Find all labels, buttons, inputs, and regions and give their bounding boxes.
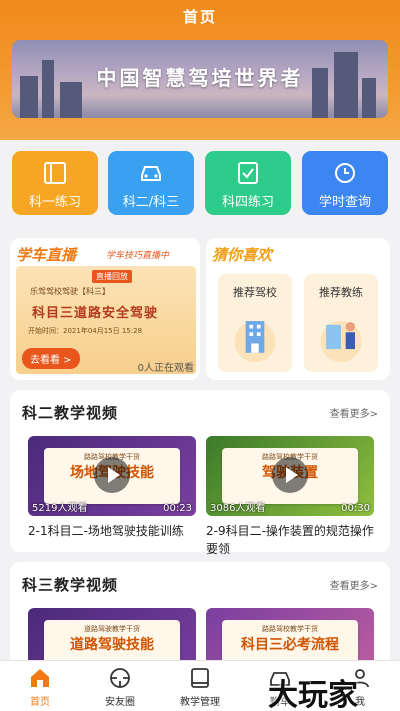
guess-title: 猜你喜欢 (212, 246, 273, 264)
recommend-school-label: 推荐驾校 (233, 286, 277, 299)
checklist-icon (238, 162, 258, 184)
video-title: 2-9科目二-操作装置的规范操作要领 (206, 524, 374, 556)
section-title: 科二教学视频 (22, 404, 119, 422)
video-item[interactable]: 路路驾校教学干货 场地驾驶技能 5219人观看 00:23 2-1科目二-场地驾… (28, 436, 196, 540)
video-title: 2-1科目二-场地驾驶技能训练 (28, 524, 184, 538)
tab-teaching[interactable]: 教学管理 (160, 661, 240, 711)
view-more-link[interactable]: 查看更多> (330, 577, 378, 592)
quick-action-subject-four[interactable]: 科四练习 (205, 151, 291, 215)
header-background: 首页 中国智慧驾培世界者 (0, 0, 400, 140)
quick-action-subject-one[interactable]: 科一练习 (12, 151, 98, 215)
tab-label: 安友圈 (105, 697, 135, 708)
quick-actions: 科一练习 科二/科三 科四练习 学时查询 (0, 140, 400, 230)
section-subject-two: 科二教学视频 查看更多> 路路驾校教学干货 场地驾驶技能 5219人观看 00:… (10, 390, 390, 556)
quick-action-label: 科二/科三 (122, 195, 180, 210)
tab-label: 教学管理 (180, 697, 220, 708)
live-badge: 直播回放 (92, 270, 132, 283)
home-icon (31, 669, 49, 687)
play-icon[interactable] (94, 457, 130, 493)
quick-action-hours-query[interactable]: 学时查询 (302, 151, 388, 215)
watching-count: 0人正在观看 (137, 363, 194, 374)
watermark: 大玩家 (268, 678, 358, 711)
watch-button[interactable]: 去看看 > (22, 348, 80, 369)
coach-person-icon (320, 321, 362, 363)
school-building-icon (234, 321, 276, 363)
banner[interactable]: 中国智慧驾培世界者 (12, 40, 388, 118)
clock-icon (335, 163, 355, 183)
thumbnail-text: 科目三必考流程 (241, 637, 339, 653)
live-course-title: 科目三道路安全驾驶 (32, 306, 159, 321)
view-count: 5219人观看 (32, 503, 88, 514)
quick-action-label: 科四练习 (221, 195, 274, 210)
play-icon[interactable] (272, 457, 308, 493)
banner-text: 中国智慧驾培世界者 (96, 66, 304, 90)
recommend-coach-label: 推荐教练 (319, 286, 363, 299)
quick-action-label: 学时查询 (318, 195, 371, 210)
book-icon (44, 162, 66, 184)
live-title: 学车直播 (16, 246, 77, 264)
live-card[interactable]: 学车直播 学车技巧直播中 直播回放 乐驾驾校驾驶【科三】 科目三道路安全驾驶 开… (10, 238, 200, 380)
live-subtitle: 乐驾驾校驾驶【科三】 (30, 287, 110, 296)
recommend-coach[interactable]: 推荐教练 (304, 274, 378, 372)
view-more-link[interactable]: 查看更多> (330, 405, 378, 420)
quick-action-label: 科一练习 (28, 195, 81, 210)
video-duration: 00:23 (163, 503, 192, 514)
recommend-school[interactable]: 推荐驾校 (218, 274, 292, 372)
live-cover[interactable]: 直播回放 乐驾驾校驾驶【科三】 科目三道路安全驾驶 开始时间：2021年04月1… (16, 266, 196, 374)
video-item[interactable]: 路路驾校教学干货 驾驶装置 3086人观看 00:30 2-9科目二-操作装置的… (206, 436, 374, 558)
steering-wheel-icon (110, 668, 130, 688)
book-icon (191, 668, 209, 688)
tab-home[interactable]: 首页 (0, 661, 80, 711)
section-title: 科三教学视频 (22, 576, 119, 594)
video-duration: 00:30 (341, 503, 370, 514)
quick-action-subject-two-three[interactable]: 科二/科三 (108, 151, 194, 215)
live-tag: 学车技巧直播中 (106, 251, 170, 261)
video-thumbnail[interactable]: 路路驾校教学干货 场地驾驶技能 5219人观看 00:23 (28, 436, 196, 516)
view-count: 3086人观看 (210, 503, 266, 514)
thumbnail-text: 道路驾驶技能 (70, 637, 154, 653)
live-time: 开始时间：2021年04月15日 15:28 (28, 327, 143, 335)
thumbnail-header: 路路驾校教学干货 (262, 625, 318, 633)
video-thumbnail[interactable]: 路路驾校教学干货 驾驶装置 3086人观看 00:30 (206, 436, 374, 516)
tab-community[interactable]: 安友圈 (80, 661, 160, 711)
thumbnail-header: 道路驾驶教学干货 (84, 625, 140, 633)
car-icon (141, 166, 161, 181)
guess-card: 猜你喜欢 推荐驾校 推荐教练 (206, 238, 390, 380)
tab-label: 首页 (30, 697, 50, 708)
page-title: 首页 (182, 8, 217, 26)
